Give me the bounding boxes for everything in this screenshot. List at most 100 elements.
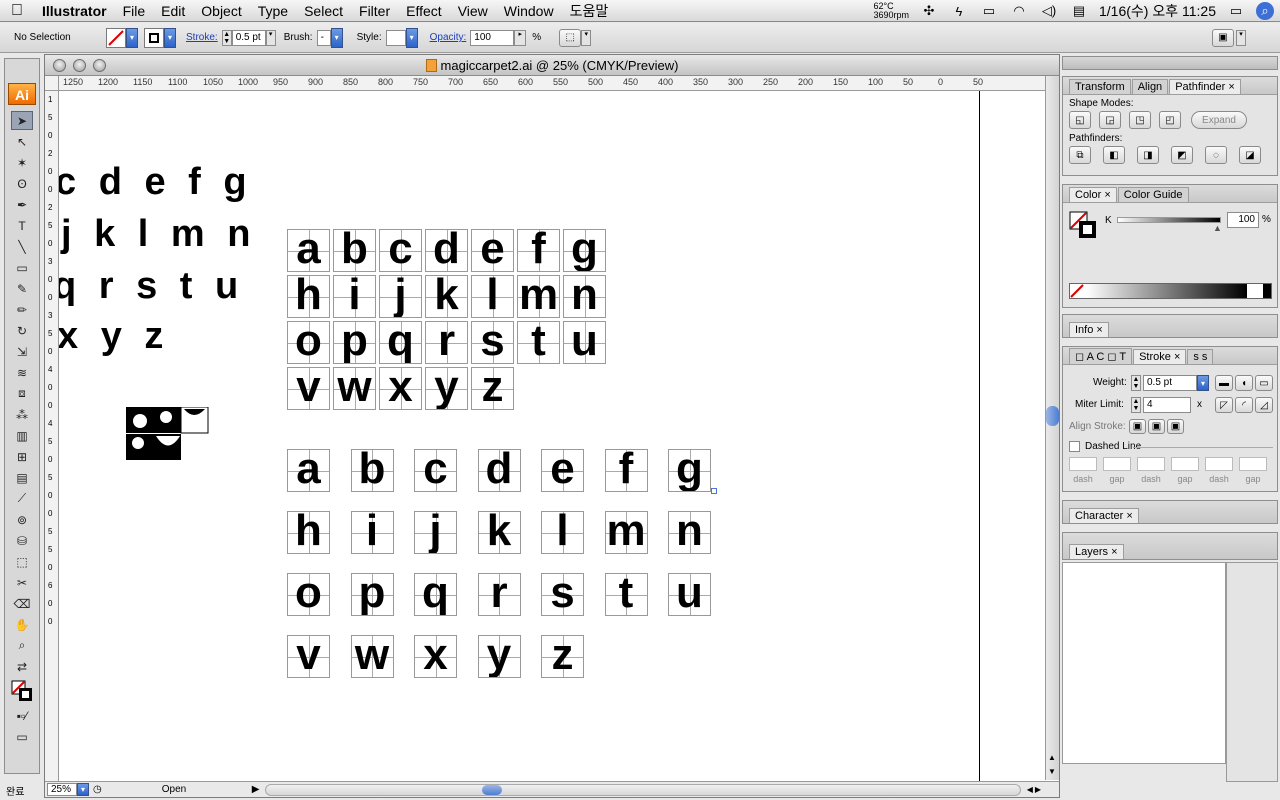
letter-cell[interactable]: w (333, 367, 376, 410)
panel-dock-header[interactable] (1062, 56, 1278, 70)
volume-icon[interactable]: ◁) (1039, 3, 1059, 19)
rectangle-tool-icon[interactable]: ▭ (11, 258, 33, 277)
letter-cell[interactable]: n (668, 511, 711, 554)
letter-cell[interactable]: t (604, 573, 648, 616)
bevel-join-icon[interactable]: ◿ (1255, 397, 1273, 413)
letter-cell[interactable]: q (379, 321, 422, 364)
letter-cell[interactable]: w (350, 635, 394, 678)
close-tab-icon[interactable]: × (1174, 351, 1180, 363)
align-outside-icon[interactable]: ▣ (1167, 419, 1184, 434)
menu-app[interactable]: Illustrator (34, 0, 115, 22)
letter-cell[interactable]: y (425, 367, 468, 410)
round-join-icon[interactable]: ◜ (1235, 397, 1253, 413)
screen-mode-icon[interactable]: ▭ (11, 727, 33, 746)
add-shape-icon[interactable]: ◱ (1069, 111, 1091, 129)
letter-cell[interactable]: f (517, 229, 560, 272)
close-tab-icon[interactable]: × (1126, 510, 1132, 522)
letter-cell[interactable]: q (414, 573, 457, 616)
temperature-readout[interactable]: 62°C 3690rpm (873, 2, 909, 20)
fill-swatch[interactable] (106, 27, 126, 48)
subtract-shape-icon[interactable]: ◲ (1099, 111, 1121, 129)
letter-cell[interactable]: c (414, 449, 457, 492)
slice-tool-icon[interactable]: ✂ (11, 573, 33, 592)
none-color-icon[interactable] (1070, 284, 1084, 298)
fill-dropdown[interactable]: ▾ (126, 27, 138, 48)
artboard-canvas[interactable]: c d e f g j k l m n q r s t u x y z abcd… (59, 91, 1045, 781)
tab-character[interactable]: Character × (1069, 508, 1139, 523)
projecting-cap-icon[interactable]: ▭ (1255, 375, 1273, 391)
tab-info[interactable]: Info × (1069, 322, 1109, 337)
mesh-tool-icon[interactable]: ⊞ (11, 447, 33, 466)
menu-object[interactable]: Object (193, 0, 249, 22)
letter-cell[interactable]: u (668, 573, 711, 616)
menu-edit[interactable]: Edit (153, 0, 193, 22)
stroke-swatch[interactable] (144, 27, 164, 48)
letter-cell[interactable]: b (333, 229, 376, 272)
eraser-tool-icon[interactable]: ⌫ (11, 594, 33, 613)
symbol-sprayer-tool-icon[interactable]: ⁂ (11, 405, 33, 424)
letter-cell[interactable]: k (425, 275, 468, 318)
divide-icon[interactable]: ⧉ (1069, 146, 1091, 164)
letter-cell[interactable]: a (287, 229, 330, 272)
letter-cell[interactable]: r (477, 573, 521, 616)
fill-stroke-indicator[interactable] (11, 678, 33, 704)
vertical-scroll-thumb[interactable] (1046, 406, 1059, 426)
zoom-dropdown[interactable]: ▾ (77, 783, 89, 796)
select-similar-dropdown[interactable]: ▾ (581, 29, 592, 46)
ruler-origin[interactable] (45, 76, 59, 91)
letter-cell[interactable]: p (333, 321, 376, 364)
free-transform-tool-icon[interactable]: ⧈ (11, 384, 33, 403)
live-paint-selection-tool-icon[interactable]: ⬚ (11, 552, 33, 571)
type-tool-icon[interactable]: T (11, 216, 33, 235)
opacity-field[interactable]: 100 (470, 29, 515, 46)
graph-tool-icon[interactable]: ▥ (11, 426, 33, 445)
intersect-shape-icon[interactable]: ◳ (1129, 111, 1151, 129)
direct-selection-tool-icon[interactable]: ↖ (11, 132, 33, 151)
eyedropper-tool-icon[interactable]: ⟋ (11, 489, 33, 508)
menu-file[interactable]: File (115, 0, 154, 22)
trim-icon[interactable]: ◧ (1103, 146, 1125, 164)
menu-effect[interactable]: Effect (398, 0, 450, 22)
crop-icon[interactable]: ◩ (1171, 146, 1193, 164)
black-shapes-artwork[interactable] (126, 407, 210, 463)
dashed-line-checkbox[interactable] (1069, 441, 1080, 452)
dash-field-1[interactable] (1069, 457, 1097, 471)
line-tool-icon[interactable]: ╲ (11, 237, 33, 256)
close-tab-icon[interactable]: × (1104, 189, 1110, 201)
letter-cell[interactable]: v (287, 367, 330, 410)
expand-button[interactable]: Expand (1191, 111, 1247, 129)
letter-cell[interactable]: s (471, 321, 514, 364)
merge-icon[interactable]: ◨ (1137, 146, 1159, 164)
letter-cell[interactable]: l (471, 275, 514, 318)
letter-cell[interactable]: x (379, 367, 422, 410)
round-cap-icon[interactable]: ◖ (1235, 375, 1253, 391)
style-field[interactable] (385, 29, 406, 46)
letter-cell[interactable]: f (604, 449, 648, 492)
letter-cell[interactable]: a (287, 449, 330, 492)
minus-back-icon[interactable]: ◪ (1239, 146, 1261, 164)
pencil-tool-icon[interactable]: ✏ (11, 300, 33, 319)
butt-cap-icon[interactable]: ▬ (1215, 375, 1233, 391)
hand-tool-icon[interactable]: ✋ (11, 615, 33, 634)
select-similar-icon[interactable]: ⬚ (559, 28, 582, 47)
tab-transform[interactable]: Transform (1069, 79, 1131, 94)
workspace-dropdown[interactable]: ▾ (1236, 29, 1246, 46)
minimize-window-button[interactable] (73, 59, 86, 72)
scroll-up-arrow[interactable]: ▲ (1048, 753, 1056, 762)
miter-join-icon[interactable]: ◸ (1215, 397, 1233, 413)
fan-icon[interactable]: ✣ (919, 3, 939, 19)
clock[interactable]: 1/16(수) 오후 11:25 (1099, 1, 1216, 21)
letter-cell[interactable]: l (541, 511, 584, 554)
letter-cell[interactable]: i (350, 511, 394, 554)
tab-stroke[interactable]: Stroke × (1133, 349, 1187, 364)
letter-cell[interactable]: h (287, 511, 330, 554)
weight-field[interactable]: 0.5 pt (1143, 375, 1197, 391)
stroke-label[interactable]: Stroke: (186, 32, 218, 43)
apple-menu-icon[interactable]:  (0, 2, 34, 20)
align-center-icon[interactable]: ▣ (1129, 419, 1146, 434)
color-spectrum-bar[interactable] (1069, 283, 1272, 299)
menu-filter[interactable]: Filter (351, 0, 398, 22)
tab-color-guide[interactable]: Color Guide (1117, 187, 1189, 202)
weight-stepper[interactable]: ▲ ▼ (1131, 375, 1141, 391)
k-value-field[interactable]: 100 (1227, 212, 1259, 228)
